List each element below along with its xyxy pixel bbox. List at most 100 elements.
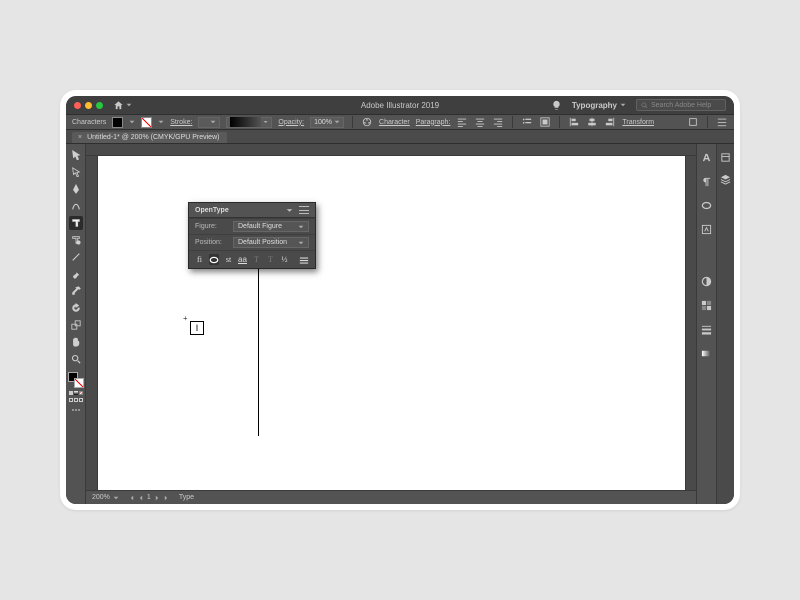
recolor-button[interactable] [361,116,373,128]
line-tool[interactable] [69,250,83,264]
wrap-options-button[interactable] [539,116,551,128]
chevron-down-icon[interactable] [158,119,164,125]
swash-icon[interactable]: aa [238,254,247,265]
tool-hint[interactable]: Type [179,494,194,501]
stroke-weight-dropdown[interactable] [198,117,220,128]
chevron-down-icon [210,119,216,125]
rotate-tool[interactable] [69,301,83,315]
align-objects-center-button[interactable] [586,116,598,128]
stylistic-sets-icon[interactable] [299,254,309,265]
selection-tool[interactable] [69,148,83,162]
character-panel-icon[interactable] [700,150,714,164]
stylistic-alternates-icon[interactable]: T [252,254,261,265]
last-icon [163,495,169,501]
first-icon [129,495,135,501]
gradient-panel-icon[interactable] [700,346,714,360]
scrollbar-vertical[interactable] [685,156,696,490]
divider [707,116,708,128]
transform-link[interactable]: Transform [622,119,654,126]
opacity-dropdown[interactable]: 100% [310,117,344,128]
titling-alternates-icon[interactable]: T [266,254,275,265]
object-type-label: Characters [72,119,106,126]
chevron-down-icon [298,240,304,246]
right-panel-strip-2 [716,144,734,504]
bullets-button[interactable] [521,116,533,128]
chevron-down-icon[interactable] [129,119,135,125]
panel-menu-icon[interactable] [299,206,309,214]
pen-tool[interactable] [69,182,83,196]
paragraph-link[interactable]: Paragraph: [416,119,451,126]
position-row: Position: Default Position [189,234,315,250]
divider [512,116,513,128]
opacity-link[interactable]: Opacity: [278,119,304,126]
position-label: Position: [195,239,229,246]
divider [352,116,353,128]
document-tab-label: Untitled-1* @ 200% (CMYK/GPU Preview) [87,134,219,141]
control-bar: Characters Stroke: Opacity: 100% Charact… [66,114,734,130]
tools-panel [66,144,86,504]
opentype-feature-icons: fi st aa T T ½ [189,250,315,268]
next-icon [154,495,160,501]
contextual-alternates-icon[interactable] [209,254,219,265]
artboard-canvas[interactable]: I [98,156,685,490]
document-tab[interactable]: × Untitled-1* @ 200% (CMYK/GPU Preview) [72,132,227,143]
brush-preview [230,117,261,127]
prev-icon [138,495,144,501]
fill-swatch[interactable] [112,117,123,128]
color-panel-icon[interactable] [700,274,714,288]
panel-header[interactable]: OpenType [189,203,315,218]
type-tool[interactable] [69,216,83,230]
stroke-swatch[interactable] [141,117,152,128]
right-panel-strip-1 [696,144,716,504]
eyedropper-tool[interactable] [69,284,83,298]
touch-type-tool[interactable] [69,233,83,247]
swatches-panel-icon[interactable] [700,298,714,312]
ligatures-icon[interactable]: fi [195,254,204,265]
figure-select[interactable]: Default Figure [233,221,309,232]
isolate-button[interactable] [687,116,699,128]
properties-panel-icon[interactable] [719,150,733,164]
discretionary-ligatures-icon[interactable]: st [224,254,233,265]
position-select[interactable]: Default Position [233,237,309,248]
paintbrush-tool[interactable] [69,267,83,281]
fractions-icon[interactable]: ½ [280,254,289,265]
scale-tool[interactable] [69,318,83,332]
character-link[interactable]: Character [379,119,410,126]
close-tab-icon[interactable]: × [78,134,82,141]
panel-title: OpenType [195,207,229,214]
ruler-vertical [86,156,98,490]
stroke-panel-icon[interactable] [700,322,714,336]
zoom-dropdown[interactable]: 200% [92,494,119,501]
draw-mode-row[interactable] [69,398,83,402]
divider [559,116,560,128]
align-objects-right-button[interactable] [604,116,616,128]
color-mode-row[interactable] [69,391,83,395]
fill-stroke-swatch[interactable] [68,372,84,388]
layers-panel-icon[interactable] [719,172,733,186]
align-objects-left-button[interactable] [568,116,580,128]
chevron-down-icon [334,119,340,125]
app-title: Adobe Illustrator 2019 [66,101,734,110]
chevron-down-icon [113,495,119,501]
opentype-panel[interactable]: OpenType Figure: Default Figure Position… [188,202,316,269]
align-right-button[interactable] [492,116,504,128]
glyphs-panel-icon[interactable] [700,222,714,236]
zoom-tool[interactable] [69,352,83,366]
opentype-panel-icon[interactable] [700,198,714,212]
preferences-button[interactable] [716,116,728,128]
chevron-down-icon [298,224,304,230]
ruler-horizontal [86,144,696,156]
figure-value: Default Figure [238,223,282,230]
direct-selection-tool[interactable] [69,165,83,179]
align-left-button[interactable] [456,116,468,128]
document-tabs: × Untitled-1* @ 200% (CMYK/GPU Preview) [66,130,734,144]
paragraph-panel-icon[interactable] [700,174,714,188]
artboard-nav[interactable]: 1 [129,494,169,501]
collapse-icon[interactable] [286,207,293,214]
align-center-button[interactable] [474,116,486,128]
curvature-tool[interactable] [69,199,83,213]
brush-dropdown[interactable] [226,117,272,128]
hand-tool[interactable] [69,335,83,349]
stroke-link[interactable]: Stroke: [170,119,192,126]
edit-toolbar-button[interactable] [70,409,82,411]
